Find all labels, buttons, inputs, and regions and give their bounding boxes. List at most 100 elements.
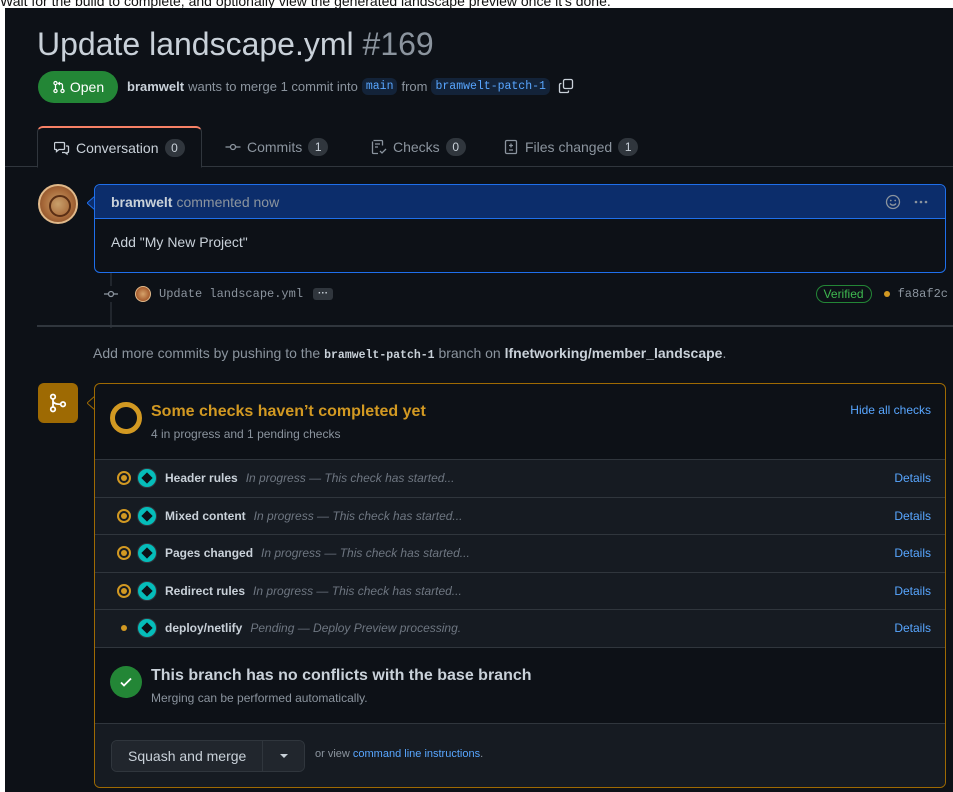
kebab-horizontal-icon[interactable] xyxy=(913,194,929,210)
avatar[interactable] xyxy=(38,184,78,224)
hide-all-checks-link[interactable]: Hide all checks xyxy=(850,403,931,417)
check-row: Header rules In progress — This check ha… xyxy=(95,460,945,498)
check-icon xyxy=(120,677,132,687)
tab-checks[interactable]: Checks 0 xyxy=(371,126,466,167)
tab-label: Commits xyxy=(247,138,303,155)
git-merge-icon xyxy=(49,393,67,413)
page-title: Update landscape.yml #169 xyxy=(37,20,434,68)
merge-method-dropdown[interactable] xyxy=(262,740,305,771)
check-circle-icon xyxy=(110,665,142,698)
copy-icon[interactable] xyxy=(558,78,574,94)
or-view-suffix: . xyxy=(480,747,484,760)
conflict-subtitle: Merging can be performed automatically. xyxy=(151,690,368,705)
commit-status-dot[interactable] xyxy=(883,291,890,297)
details-link[interactable]: Details xyxy=(894,621,931,635)
in-progress-icon xyxy=(117,583,131,598)
details-link[interactable]: Details xyxy=(894,509,931,523)
merge-actions: Squash and merge or view command line in… xyxy=(95,723,945,787)
comment-body: Add "My New Project" xyxy=(111,234,248,250)
merge-box: Some checks haven’t completed yet 4 in p… xyxy=(94,383,946,788)
checks-title: Some checks haven’t completed yet xyxy=(151,403,426,420)
pending-dot-icon xyxy=(117,621,131,635)
pr-number: #169 xyxy=(362,26,434,62)
comment-header: bramwelt commented now xyxy=(95,185,945,219)
commit-message[interactable]: Update landscape.yml xyxy=(159,287,303,301)
check-name: Pages changed xyxy=(165,546,254,561)
git-commit-icon xyxy=(103,286,119,302)
pending-ring-icon xyxy=(110,402,142,434)
checks-subtitle: 4 in progress and 1 pending checks xyxy=(151,427,341,441)
netlify-icon xyxy=(137,505,157,526)
timeline-divider xyxy=(37,325,953,327)
commit-row: Update landscape.yml ··· Verified fa8af2… xyxy=(103,284,948,304)
checklist-icon xyxy=(371,139,387,154)
details-link[interactable]: Details xyxy=(894,546,931,560)
comment-discussion-icon xyxy=(54,141,70,155)
details-link[interactable]: Details xyxy=(894,584,931,598)
expand-commit-button[interactable]: ··· xyxy=(313,288,334,300)
tab-counter: 1 xyxy=(308,137,329,156)
no-conflicts-section: This branch has no conflicts with the ba… xyxy=(95,647,945,724)
or-view-text: or view command line instructions. xyxy=(315,748,483,760)
netlify-icon xyxy=(137,580,157,601)
check-description: In progress — This check has started... xyxy=(253,583,462,598)
tab-label: Checks xyxy=(393,138,440,155)
command-line-instructions-link[interactable]: command line instructions xyxy=(353,748,480,760)
check-row: deploy/netlify Pending — Deploy Preview … xyxy=(95,610,945,648)
checks-header: Some checks haven’t completed yet 4 in p… xyxy=(95,384,945,460)
check-description: In progress — This check has started... xyxy=(261,546,470,561)
git-commit-icon xyxy=(225,143,241,150)
comment-time[interactable]: commented now xyxy=(176,194,279,210)
check-description: In progress — This check has started... xyxy=(253,508,463,523)
merge-status-icon-box xyxy=(38,383,78,423)
check-name: deploy/netlify xyxy=(165,621,243,636)
tab-label: Files changed xyxy=(525,138,613,155)
hint-suffix: . xyxy=(722,345,727,361)
in-progress-icon xyxy=(117,508,131,523)
tab-counter: 1 xyxy=(618,137,639,156)
author-link[interactable]: bramwelt xyxy=(127,79,184,94)
tab-counter: 0 xyxy=(445,137,466,156)
conflict-title: This branch has no conflicts with the ba… xyxy=(151,666,532,684)
or-view-prefix: or view xyxy=(315,747,350,760)
comment-author[interactable]: bramwelt xyxy=(111,194,172,210)
head-branch[interactable]: bramwelt-patch-1 xyxy=(431,77,550,95)
pr-title-text: Update landscape.yml xyxy=(37,26,354,62)
tab-commits[interactable]: Commits 1 xyxy=(225,126,329,167)
check-name: Redirect rules xyxy=(165,583,246,598)
check-name: Mixed content xyxy=(165,508,246,523)
check-row: Mixed content In progress — This check h… xyxy=(95,498,945,535)
in-progress-icon xyxy=(117,546,131,561)
merge-button-group: Squash and merge xyxy=(111,739,306,772)
git-pull-request-icon xyxy=(53,80,65,94)
pr-tabs: Conversation 0 Commits 1 Checks 0 Files … xyxy=(5,126,953,168)
check-description: In progress — This check has started... xyxy=(245,471,455,486)
tab-counter: 0 xyxy=(164,138,185,157)
tab-label: Conversation xyxy=(76,139,159,156)
details-link[interactable]: Details xyxy=(894,471,931,485)
tab-files-changed[interactable]: Files changed 1 xyxy=(503,126,639,167)
status-badge: Open xyxy=(38,71,118,103)
status-label: Open xyxy=(69,79,105,95)
instruction-caption: Wait for the build to complete, and opti… xyxy=(0,0,611,8)
hint-middle: branch on xyxy=(438,345,501,361)
netlify-icon xyxy=(137,543,157,564)
commit-sha[interactable]: fa8af2c xyxy=(898,287,948,301)
hint-repo[interactable]: lfnetworking/member_landscape xyxy=(505,345,723,361)
check-row: Redirect rules In progress — This check … xyxy=(95,573,945,610)
hint-prefix: Add more commits by pushing to the xyxy=(93,345,321,361)
tab-conversation[interactable]: Conversation 0 xyxy=(37,126,202,168)
smiley-icon[interactable] xyxy=(885,194,901,210)
verified-badge[interactable]: Verified xyxy=(815,285,872,303)
netlify-icon xyxy=(137,618,157,639)
in-progress-icon xyxy=(117,471,131,486)
commit-avatar[interactable] xyxy=(135,286,151,302)
pull-request-page: Update landscape.yml #169 Open bramwelt … xyxy=(5,8,953,792)
base-branch[interactable]: main xyxy=(361,77,398,95)
pr-meta: bramwelt wants to merge 1 commit into ma… xyxy=(127,74,574,98)
squash-and-merge-button[interactable]: Squash and merge xyxy=(112,740,263,771)
from-text: from xyxy=(401,78,428,94)
merge-text: wants to merge 1 commit into xyxy=(188,78,358,94)
check-list: Header rules In progress — This check ha… xyxy=(95,460,945,648)
check-description: Pending — Deploy Preview processing. xyxy=(250,621,462,636)
